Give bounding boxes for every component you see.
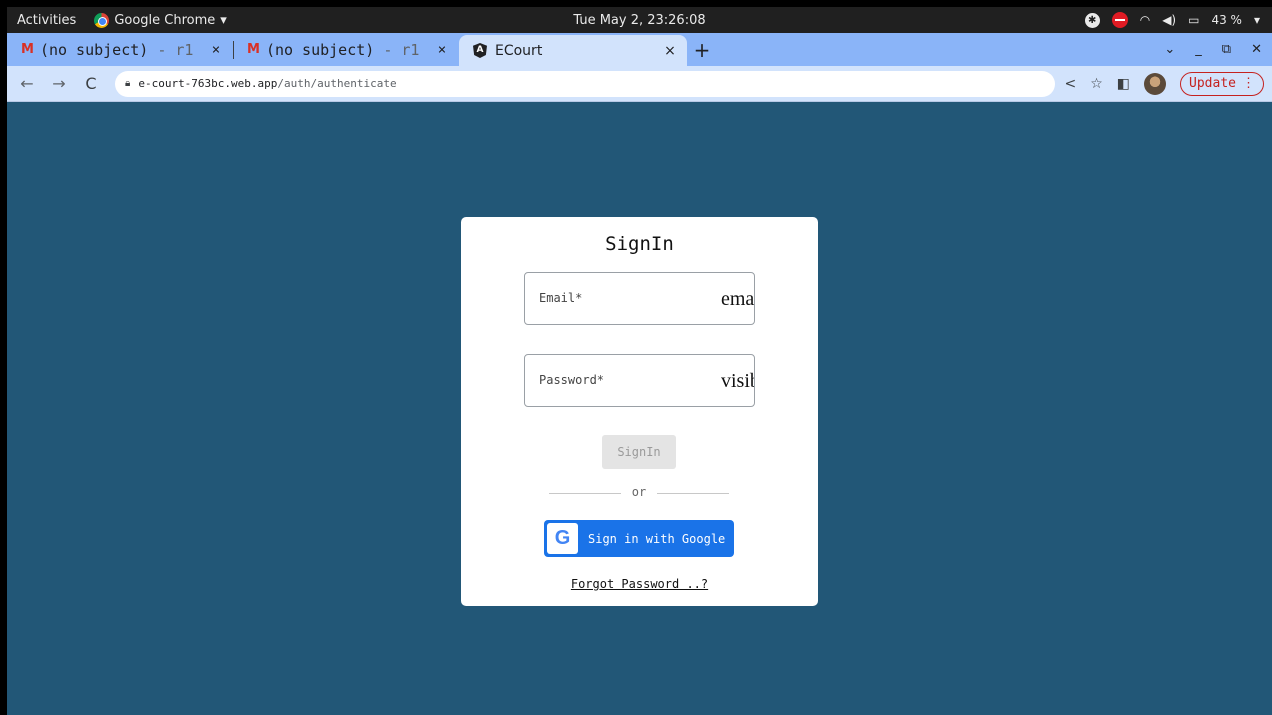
reload-icon[interactable]: C: [79, 74, 103, 93]
url-host: e-court-763bc.web.app: [138, 77, 278, 90]
battery-icon: ▭: [1188, 13, 1200, 27]
gmail-icon: M: [247, 42, 260, 57]
email-field[interactable]: Email*: [524, 272, 755, 325]
bookmark-star-icon[interactable]: ☆: [1090, 76, 1103, 92]
tab-gmail-2[interactable]: M (no subject) - r1 ×: [233, 33, 459, 66]
tab-ecourt[interactable]: A ECourt ×: [459, 35, 687, 66]
chevron-down-icon: ▾: [220, 12, 227, 28]
do-not-disturb-icon[interactable]: [1111, 12, 1128, 28]
close-window-icon[interactable]: ✕: [1251, 42, 1262, 57]
tab-gmail-1[interactable]: M (no subject) - r1 ×: [7, 33, 233, 66]
forgot-password-link[interactable]: Forgot Password ..?: [461, 577, 818, 591]
tab-title: (no subject) - r1: [39, 40, 194, 59]
battery-level: 43 %: [1211, 13, 1242, 27]
app-menu-label: Google Chrome: [114, 12, 216, 28]
avatar[interactable]: [1144, 72, 1167, 95]
divider-text: or: [631, 485, 647, 499]
back-icon[interactable]: ←: [15, 74, 39, 93]
email-input[interactable]: [721, 287, 754, 311]
tab-search-icon[interactable]: ⌄: [1164, 42, 1175, 57]
share-icon[interactable]: <: [1065, 76, 1077, 92]
tray-chevron-icon: ▾: [1253, 13, 1260, 27]
minimize-icon[interactable]: _: [1195, 42, 1202, 57]
side-panel-icon[interactable]: ◧: [1117, 76, 1130, 92]
wifi-icon: ◠: [1139, 13, 1151, 27]
address-bar[interactable]: 🔒︎ e-court-763bc.web.app/auth/authentica…: [115, 70, 1055, 97]
or-divider: or: [549, 485, 729, 501]
app-menu[interactable]: Google Chrome ▾: [94, 12, 227, 28]
browser-toolbar: ← → C 🔒︎ e-court-763bc.web.app/auth/auth…: [7, 66, 1272, 102]
url-path: /auth/authenticate: [277, 77, 397, 90]
accessibility-icon[interactable]: ✱: [1084, 12, 1100, 28]
chrome-icon: [94, 12, 110, 28]
volume-icon: ◀): [1162, 13, 1177, 27]
password-field[interactable]: Password*: [524, 354, 755, 407]
tab-title: ECourt: [495, 42, 543, 59]
activities-button[interactable]: Activities: [17, 13, 76, 28]
angular-icon: A: [473, 43, 487, 58]
toolbar-actions: < ☆ ◧ Update ⋮: [1065, 71, 1264, 96]
signin-button[interactable]: SignIn: [602, 435, 676, 469]
google-icon: G: [547, 523, 578, 554]
lock-icon[interactable]: 🔒︎: [125, 78, 130, 89]
system-tray[interactable]: ✱ ◠ ◀) ▭ 43 % ▾: [1084, 7, 1260, 33]
update-button[interactable]: Update ⋮: [1180, 71, 1264, 96]
close-icon[interactable]: ×: [661, 43, 679, 59]
google-signin-label: Sign in with Google: [588, 531, 726, 546]
divider-line: [657, 493, 729, 494]
tab-title: (no subject) - r1: [265, 40, 420, 59]
restore-icon[interactable]: ⧉: [1222, 42, 1231, 57]
email-label: Email*: [539, 291, 583, 305]
forward-icon[interactable]: →: [47, 74, 71, 93]
more-menu-icon: ⋮: [1242, 76, 1255, 91]
signin-card: SignIn Email* Password* SignIn or G Sign…: [461, 217, 818, 606]
page-title: SignIn: [605, 233, 674, 255]
window-controls: ⌄ _ ⧉ ✕: [1164, 33, 1262, 66]
tab-strip: M (no subject) - r1 × M (no subject) - r…: [7, 33, 1272, 66]
password-input[interactable]: [721, 369, 754, 393]
system-top-bar: Activities Google Chrome ▾ Tue May 2, 23…: [7, 7, 1272, 33]
page-content: SignIn Email* Password* SignIn or G Sign…: [7, 102, 1272, 715]
gmail-icon: M: [21, 42, 34, 57]
close-icon[interactable]: ×: [433, 42, 451, 58]
close-icon[interactable]: ×: [207, 42, 225, 58]
google-signin-button[interactable]: G Sign in with Google: [544, 520, 734, 557]
new-tab-button[interactable]: +: [687, 33, 717, 66]
password-label: Password*: [539, 373, 605, 387]
